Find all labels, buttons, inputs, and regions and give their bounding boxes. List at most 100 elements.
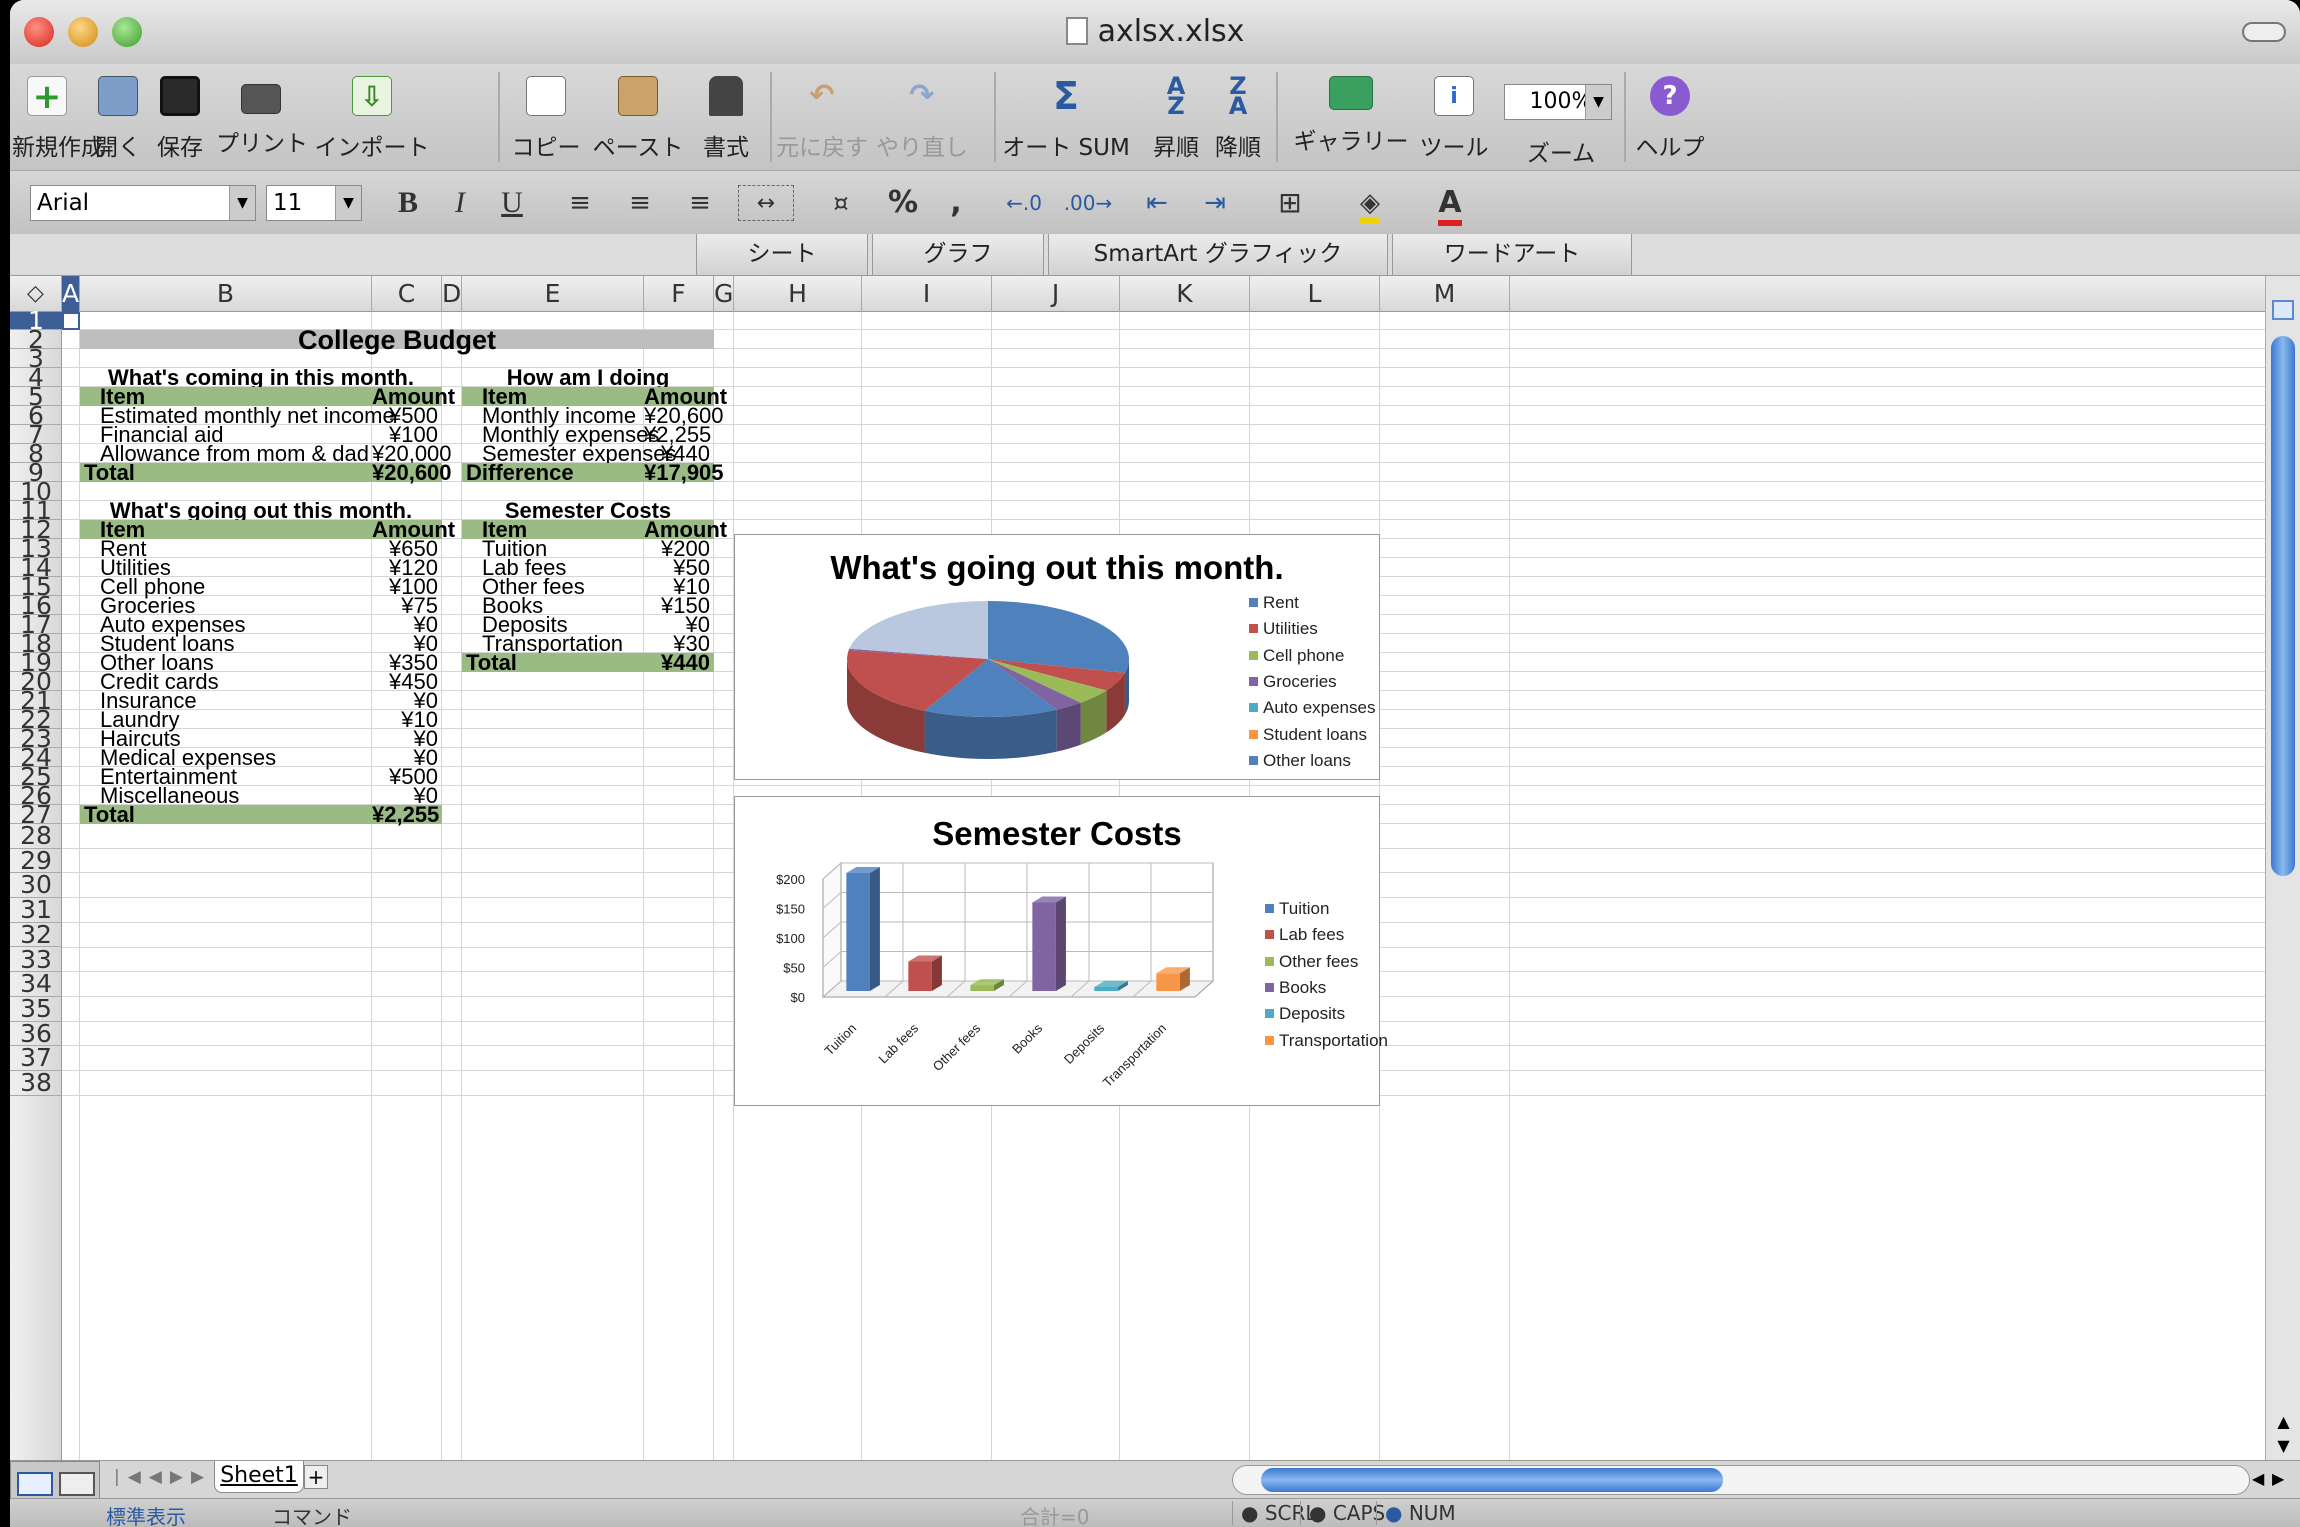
import-button[interactable]: ⇩ インポート — [312, 70, 432, 166]
total-amount[interactable]: ¥20,600 — [372, 459, 452, 487]
new-button[interactable]: + 新規作成 — [12, 70, 104, 166]
bar-chart[interactable]: Semester Costs $200 $150 $100 $50 $0 Tuition L… — [734, 796, 1388, 1106]
currency-icon: ¤ — [833, 189, 849, 217]
format-painter-button[interactable]: 書式 — [696, 70, 756, 166]
column-header[interactable]: A — [62, 276, 80, 312]
sheet-tab-bar: |◀◀▶▶| Sheet1 + ◀ ▶ — [10, 1460, 2300, 1499]
legend-entry: Groceries — [1249, 672, 1337, 692]
row-header[interactable]: 38 — [10, 1070, 62, 1096]
total-amount[interactable]: ¥440 — [644, 649, 710, 677]
print-button[interactable]: プリント — [216, 70, 308, 166]
vertical-scrollbar[interactable]: ▲ ▼ — [2265, 276, 2300, 1460]
decrease-decimal-button[interactable]: .00→ — [1060, 185, 1116, 221]
tab-chart[interactable]: グラフ — [872, 234, 1044, 276]
redo-button[interactable]: ↷ やり直し — [876, 70, 968, 166]
zoom-control[interactable]: 100% ▼ ズーム — [1504, 70, 1618, 167]
worksheet-grid[interactable]: ◇ A B C D E F G H I J K L M 1 2 3 4 5 6 7 8 9 10 1… — [10, 276, 2265, 1460]
column-header[interactable]: K — [1120, 276, 1250, 312]
gallery-button[interactable]: ギャラリー — [1286, 70, 1416, 166]
italic-button[interactable]: I — [438, 185, 482, 221]
column-header[interactable]: E — [462, 276, 644, 312]
sheet-tab-sheet1[interactable]: Sheet1 — [214, 1461, 304, 1493]
normal-view-button[interactable] — [17, 1472, 53, 1496]
zoom-select[interactable]: 100% ▼ — [1504, 84, 1612, 120]
column-header[interactable]: B — [80, 276, 372, 312]
scroll-right-arrow-icon[interactable]: ▶ — [2272, 1469, 2284, 1488]
paste-button[interactable]: ペースト — [588, 70, 688, 166]
total-label[interactable]: Total — [466, 649, 644, 677]
pie-chart[interactable]: What's going out this month. Rent Utiliti… — [734, 534, 1380, 780]
toolbar-toggle-button[interactable] — [2242, 22, 2286, 42]
column-header[interactable]: H — [734, 276, 862, 312]
total-label[interactable]: Difference — [466, 459, 644, 487]
horizontal-scrollbar[interactable] — [1232, 1465, 2250, 1495]
legend-swatch — [1265, 904, 1274, 913]
scroll-left-arrow-icon[interactable]: ◀ — [2252, 1469, 2264, 1488]
column-header[interactable]: G — [714, 276, 734, 312]
tab-smartart[interactable]: SmartArt グラフィック — [1048, 234, 1388, 276]
align-left-button[interactable]: ≡ — [558, 185, 602, 221]
column-header[interactable]: D — [442, 276, 462, 312]
tools-button[interactable]: i ツール — [1414, 70, 1494, 166]
undo-button[interactable]: ↶ 元に戻す — [776, 70, 868, 166]
horizontal-scroll-thumb[interactable] — [1261, 1468, 1723, 1492]
bar-lab-fees[interactable] — [908, 961, 932, 992]
font-name-select[interactable]: Arial ▼ — [30, 185, 256, 221]
vertical-scroll-thumb[interactable] — [2271, 336, 2295, 876]
row-header[interactable]: 32 — [10, 922, 62, 948]
legend-swatch — [1265, 930, 1274, 940]
column-header[interactable]: F — [644, 276, 714, 312]
align-right-button[interactable]: ≡ — [678, 185, 722, 221]
help-button[interactable]: ? ヘルプ — [1630, 70, 1710, 166]
increase-indent-button[interactable]: ⇥ — [1190, 185, 1240, 221]
column-header[interactable]: M — [1380, 276, 1510, 312]
increase-decimal-button[interactable]: ←.0 — [996, 185, 1052, 221]
bar-transportation[interactable] — [1156, 973, 1180, 991]
column-header[interactable]: J — [992, 276, 1120, 312]
column-header[interactable]: I — [862, 276, 992, 312]
total-label[interactable]: Total — [84, 801, 372, 829]
split-box[interactable] — [2272, 300, 2294, 320]
bold-button[interactable]: B — [386, 185, 430, 221]
y-tick-label: $100 — [776, 931, 805, 946]
open-button[interactable]: 開く — [88, 70, 148, 166]
sort-descending-button[interactable]: Z A 降順 — [1208, 70, 1268, 166]
total-label[interactable]: Total — [84, 459, 372, 487]
save-button[interactable]: 保存 — [150, 70, 210, 166]
column-header[interactable]: L — [1250, 276, 1380, 312]
active-cell-a1[interactable] — [62, 312, 80, 330]
bar-other-fees[interactable] — [970, 985, 994, 991]
x-tick-label: Lab fees — [875, 1020, 921, 1066]
borders-button[interactable]: ⊞ — [1260, 185, 1320, 221]
align-center-button[interactable]: ≡ — [618, 185, 662, 221]
tab-wordart[interactable]: ワードアート — [1392, 234, 1632, 276]
bar-deposits[interactable] — [1094, 987, 1118, 991]
merge-center-button[interactable]: ↔ — [738, 185, 794, 221]
comma-button[interactable]: , — [936, 185, 976, 221]
scroll-down-arrow-icon[interactable]: ▼ — [2266, 1436, 2300, 1458]
underline-button[interactable]: U — [490, 185, 534, 221]
decrease-indent-button[interactable]: ⇤ — [1132, 185, 1182, 221]
sort-ascending-button[interactable]: A Z 昇順 — [1146, 70, 1206, 166]
row-header[interactable]: 35 — [10, 996, 62, 1022]
font-size-select[interactable]: 11 ▼ — [266, 185, 362, 221]
percent-button[interactable]: % — [880, 185, 926, 221]
font-color-button[interactable]: A — [1420, 185, 1480, 226]
legend-label: Books — [1279, 977, 1327, 997]
page-layout-view-button[interactable] — [59, 1472, 95, 1496]
total-amount[interactable]: ¥2,255 — [372, 801, 439, 829]
bar-tuition[interactable] — [846, 873, 870, 991]
add-sheet-button[interactable]: + — [304, 1465, 328, 1489]
column-header[interactable]: C — [372, 276, 442, 312]
total-amount[interactable]: ¥17,905 — [644, 459, 724, 487]
bar-books[interactable] — [1032, 902, 1056, 992]
row-header[interactable]: 28 — [10, 823, 62, 849]
fill-color-button[interactable]: ◈ — [1340, 185, 1400, 224]
sheet-navigation-arrows[interactable]: |◀◀▶▶| — [114, 1467, 226, 1487]
currency-button[interactable]: ¤ — [818, 185, 864, 221]
scroll-up-arrow-icon[interactable]: ▲ — [2266, 1412, 2300, 1434]
copy-button[interactable]: コピー — [506, 70, 586, 166]
tab-sheet[interactable]: シート — [696, 234, 868, 276]
sheet-title[interactable]: College Budget — [80, 326, 714, 354]
autosum-button[interactable]: Σ オート SUM — [1000, 70, 1132, 166]
